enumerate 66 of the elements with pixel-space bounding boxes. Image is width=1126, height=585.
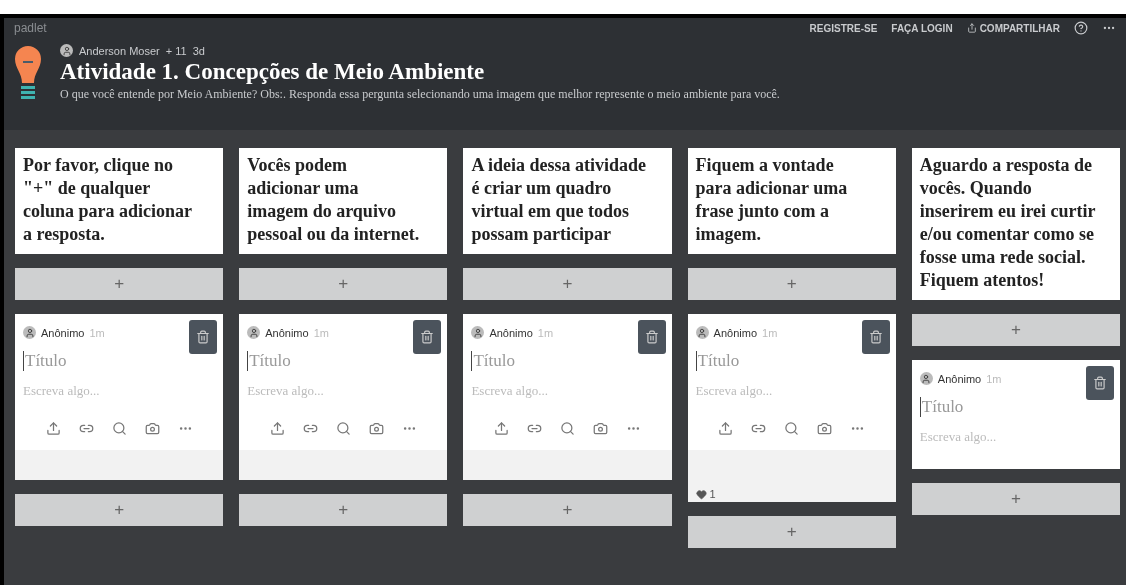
camera-icon[interactable]: [144, 421, 160, 436]
add-post-button[interactable]: +: [687, 268, 896, 300]
trash-icon: [868, 330, 883, 344]
author-name: Anderson Moser: [79, 44, 160, 57]
add-post-button[interactable]: +: [15, 268, 224, 300]
column-header: Vocês podem adicionar uma imagem do arquivo pessoal ou da internet.: [239, 148, 448, 254]
post-time: 1m: [89, 326, 105, 339]
camera-icon[interactable]: [593, 421, 608, 436]
search-icon[interactable]: [111, 421, 127, 436]
camera-icon[interactable]: [368, 421, 384, 436]
trash-icon: [420, 330, 435, 344]
heart-icon[interactable]: [695, 489, 707, 500]
add-post-button[interactable]: +: [15, 494, 224, 526]
board-age: 3d: [192, 44, 205, 57]
upload-icon[interactable]: [45, 421, 61, 436]
delete-button[interactable]: [861, 320, 890, 354]
post-time: 1m: [313, 326, 329, 339]
add-post-button[interactable]: +: [911, 483, 1120, 515]
trash-icon: [644, 330, 659, 344]
delete-button[interactable]: [413, 320, 442, 354]
column-header: Fiquem a vontade para adicionar uma frase junto com a imagem.: [687, 148, 896, 254]
add-post-button[interactable]: +: [911, 314, 1120, 346]
add-post-button[interactable]: +: [239, 268, 448, 300]
camera-icon[interactable]: [817, 421, 833, 436]
author-name: Anônimo: [713, 326, 758, 339]
like-count: 1: [709, 488, 716, 500]
post-time: 1m: [986, 372, 1002, 385]
brand-logo: padlet: [14, 21, 48, 35]
column-header: A ideia dessa atividade é criar um quadro virtual em que todos possam participar: [463, 148, 672, 254]
author-name: Anônimo: [937, 372, 982, 385]
post-time: 1m: [537, 326, 554, 339]
avatar-icon: [919, 372, 933, 385]
delete-button[interactable]: [637, 320, 666, 354]
column-header: Aguardo a resposta de vocês. Quando inserirem eu irei curtir e/ou comentar como se fosse uma rede social. Fiquem atentos!: [911, 148, 1120, 300]
avatar-icon: [695, 326, 709, 339]
search-icon[interactable]: [335, 421, 351, 436]
top-link[interactable]: REGISTRE-SE: [809, 22, 878, 34]
top-link[interactable]: FAÇA LOGIN: [891, 22, 953, 34]
search-icon[interactable]: [784, 421, 800, 436]
add-post-button[interactable]: +: [239, 494, 448, 526]
upload-icon[interactable]: [494, 421, 509, 436]
avatar-icon: [471, 326, 485, 339]
help-icon[interactable]: [1074, 21, 1088, 35]
avatar-icon: [247, 326, 261, 339]
upload-icon[interactable]: [269, 421, 285, 436]
column-header: Por favor, clique no "+" de qualquer coluna para adicionar a resposta.: [15, 148, 224, 254]
upload-icon[interactable]: [718, 421, 734, 436]
board-title: Atividade 1. Concepções de Meio Ambiente: [60, 59, 486, 85]
share-icon: [966, 23, 977, 33]
board-description: O que você entende por Meio Ambiente? Obs:. Responda essa pergunta selecionando uma imagem que melhor represente o meio ambiente para você.: [60, 87, 780, 102]
search-icon[interactable]: [560, 421, 575, 436]
avatar-icon: [23, 326, 36, 339]
trash-icon: [196, 330, 211, 344]
author-name: Anônimo: [265, 326, 309, 339]
trash-icon: [1093, 376, 1107, 390]
post-time: 1m: [762, 326, 778, 339]
delete-button[interactable]: [1086, 366, 1114, 400]
contributor-count: + 11: [165, 44, 187, 57]
author-name: Anônimo: [489, 326, 533, 339]
add-post-button[interactable]: +: [687, 516, 896, 548]
author-name: Anônimo: [41, 326, 85, 339]
add-post-button[interactable]: +: [463, 268, 672, 300]
add-post-button[interactable]: +: [463, 494, 672, 526]
share-link[interactable]: COMPARTILHAR: [966, 22, 1060, 34]
delete-button[interactable]: [189, 320, 218, 354]
avatar-icon: [60, 44, 73, 57]
